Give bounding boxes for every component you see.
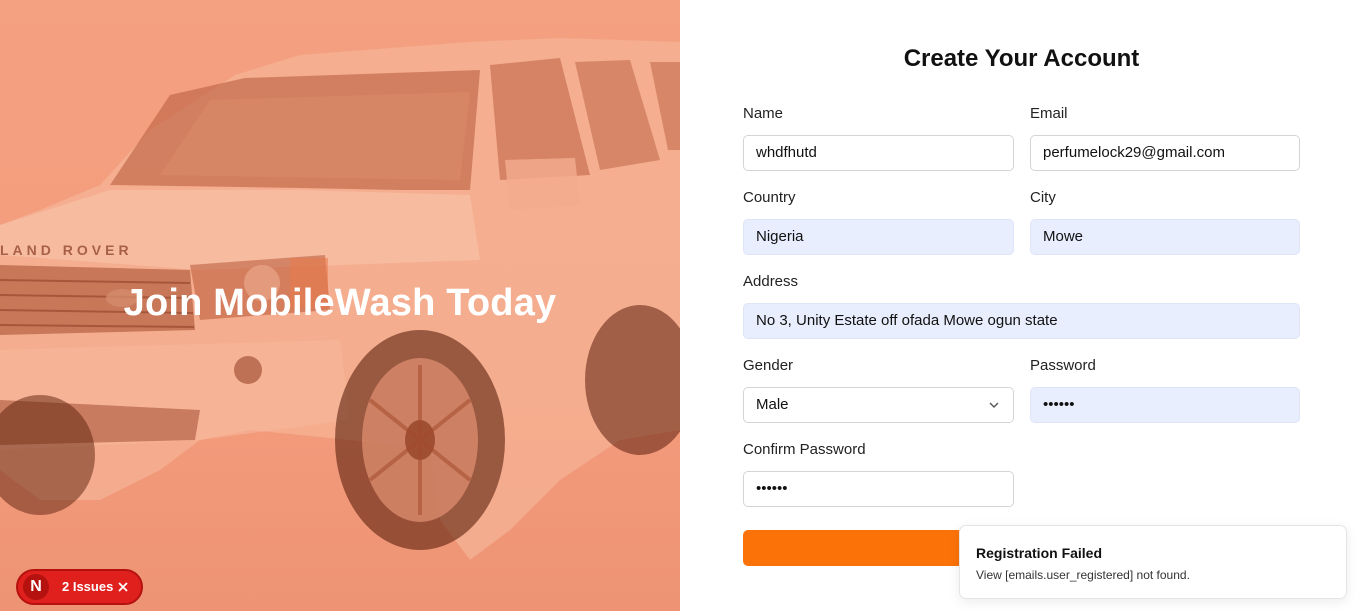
hero-panel: LAND ROVER Join MobileWash Today [0, 0, 680, 611]
email-label: Email [1030, 105, 1068, 122]
chevron-down-icon [989, 402, 999, 408]
password-field: Password •••••• [1030, 357, 1300, 423]
address-label: Address [743, 273, 799, 290]
country-label: Country [743, 189, 796, 206]
password-label: Password [1030, 357, 1096, 374]
gender-label: Gender [743, 357, 794, 374]
city-input[interactable]: Mowe [1030, 219, 1300, 255]
address-field: Address No 3, Unity Estate off ofada Mow… [743, 273, 1300, 339]
password-input[interactable]: •••••• [1030, 387, 1300, 423]
nextjs-logo-icon: N [23, 574, 49, 600]
email-input[interactable]: perfumelock29@gmail.com [1030, 135, 1300, 171]
confirm-password-field: Confirm Password •••••• [743, 441, 1014, 507]
country-field: Country Nigeria [743, 189, 1014, 255]
gender-field: Gender Male [743, 357, 1014, 423]
gender-value: Male [756, 396, 789, 413]
confirm-password-input[interactable]: •••••• [743, 471, 1014, 507]
city-label: City [1030, 189, 1056, 206]
close-icon[interactable] [117, 581, 129, 593]
name-field: Name whdfhutd [743, 105, 1014, 171]
address-input[interactable]: No 3, Unity Estate off ofada Mowe ogun s… [743, 303, 1300, 339]
email-field: Email perfumelock29@gmail.com [1030, 105, 1300, 171]
form-title: Create Your Account [903, 45, 1140, 72]
city-field: City Mowe [1030, 189, 1300, 255]
registration-form: Create Your Account Name whdfhutd Email … [680, 0, 1358, 611]
gender-select[interactable]: Male [743, 387, 1014, 423]
issues-badge[interactable]: N 2 Issues [16, 569, 143, 605]
name-input[interactable]: whdfhutd [743, 135, 1014, 171]
toast-title: Registration Failed [976, 545, 1103, 561]
svg-text:LAND ROVER: LAND ROVER [0, 242, 133, 258]
toast-message: View [emails.user_registered] not found. [976, 568, 1190, 582]
hero-title: Join MobileWash Today [123, 282, 557, 324]
confirm-password-label: Confirm Password [743, 441, 866, 458]
error-toast: Registration Failed View [emails.user_re… [959, 525, 1347, 599]
issues-count[interactable]: 2 Issues [62, 579, 113, 594]
country-input[interactable]: Nigeria [743, 219, 1014, 255]
name-label: Name [743, 105, 784, 122]
